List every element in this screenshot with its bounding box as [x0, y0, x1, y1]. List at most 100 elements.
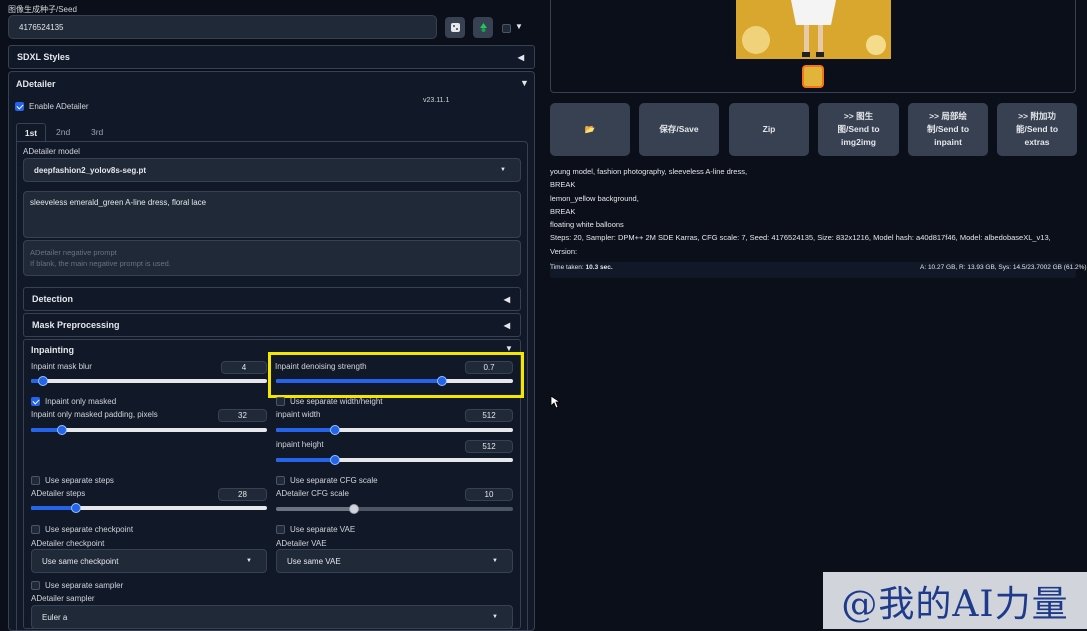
info-line: lemon_yellow background, — [550, 193, 639, 203]
info-line: young model, fashion photography, sleeve… — [550, 167, 748, 176]
highlight-box — [268, 352, 524, 398]
reuse-seed-button[interactable] — [473, 17, 493, 38]
time-value: 10.3 sec. — [585, 264, 613, 271]
btn-line: 能/Send to — [1015, 124, 1059, 135]
send-to-img2img-button[interactable]: >> 图生 图/Send to img2img — [818, 103, 899, 156]
slider-handle[interactable] — [70, 503, 81, 513]
padding-label: Inpaint only masked padding, pixels — [31, 410, 158, 419]
detection-accordion[interactable]: Detection ◀ — [23, 287, 521, 311]
sdxl-styles-accordion[interactable]: SDXL Styles ◀ — [8, 45, 535, 69]
sampler-select[interactable]: Euler a ▼ — [31, 605, 513, 629]
mask-blur-slider[interactable] — [31, 376, 267, 386]
prompt-textarea[interactable]: sleeveless emerald_green A-line dress, f… — [23, 191, 521, 238]
btn-line: 制/Send to — [926, 124, 970, 135]
btn-line: 图/Send to — [837, 124, 880, 135]
separate-sampler-checkbox[interactable] — [31, 581, 40, 590]
separate-wh-checkbox[interactable] — [276, 397, 285, 406]
steps-input[interactable]: 28 — [218, 488, 267, 501]
checkpoint-label: ADetailer checkpoint — [31, 539, 105, 548]
folder-icon: 📂 — [584, 124, 596, 135]
gallery-thumbnail[interactable] — [802, 65, 824, 88]
mask-blur-input[interactable]: 4 — [221, 361, 267, 374]
recycle-icon — [479, 23, 487, 32]
padding-slider[interactable] — [31, 425, 267, 435]
send-to-inpaint-button[interactable]: >> 局部绘 制/Send to inpaint — [908, 103, 988, 156]
slider-handle[interactable] — [56, 425, 67, 435]
chevron-down-icon: ▼ — [500, 167, 506, 173]
info-line: floating white balloons — [550, 220, 624, 230]
save-button[interactable]: 保存/Save — [639, 103, 719, 156]
seed-input[interactable]: 4176524135 — [8, 15, 437, 39]
btn-line: extras — [1024, 136, 1050, 147]
separate-wh-label: Use separate width/height — [290, 397, 383, 406]
collapse-icon: ◀ — [503, 294, 510, 304]
steps-label: ADetailer steps — [31, 489, 86, 498]
model-select[interactable]: deepfashion2_yolov8s-seg.pt ▼ — [23, 158, 521, 182]
tab-2nd[interactable]: 2nd — [56, 127, 70, 137]
steps-slider[interactable] — [31, 503, 267, 513]
separate-vae-label: Use separate VAE — [290, 525, 356, 534]
chevron-down-icon: ▼ — [492, 558, 498, 564]
cfg-label: ADetailer CFG scale — [276, 489, 349, 498]
checkpoint-select[interactable]: Use same checkpoint ▼ — [31, 549, 267, 573]
cfg-slider[interactable] — [276, 504, 513, 514]
separate-cfg-label: Use separate CFG scale — [290, 476, 378, 485]
separate-cfg-checkbox[interactable] — [276, 476, 285, 485]
chevron-down-icon: ▼ — [492, 614, 498, 620]
separate-steps-label: Use separate steps — [45, 476, 114, 485]
separate-checkpoint-checkbox[interactable] — [31, 525, 40, 534]
extra-seed-checkbox[interactable] — [502, 24, 511, 33]
checkpoint-value: Use same checkpoint — [42, 556, 119, 566]
only-masked-label: Inpaint only masked — [45, 397, 117, 406]
mouse-cursor-icon — [550, 395, 560, 409]
info-line: Steps: 20, Sampler: DPM++ 2M SDE Karras,… — [550, 233, 1051, 256]
model-label: ADetailer model — [23, 147, 80, 156]
collapse-icon: ◀ — [517, 52, 524, 62]
watermark: @我的AI力量 — [823, 572, 1087, 629]
detection-label: Detection — [32, 294, 74, 304]
mask-preprocessing-accordion[interactable]: Mask Preprocessing ◀ — [23, 313, 521, 337]
tab-1st[interactable]: 1st — [16, 123, 46, 142]
generated-image[interactable] — [736, 0, 891, 59]
collapse-icon: ◀ — [503, 320, 510, 330]
send-to-extras-button[interactable]: >> 附加功 能/Send to extras — [997, 103, 1077, 156]
random-seed-button[interactable] — [445, 17, 465, 38]
generation-info: young model, fashion photography, sleeve… — [550, 165, 1075, 271]
separate-vae-checkbox[interactable] — [276, 525, 285, 534]
enable-adetailer-checkbox[interactable] — [15, 102, 24, 111]
info-line: BREAK — [550, 206, 576, 216]
adetailer-title: ADetailer — [16, 79, 56, 89]
height-label: inpaint height — [276, 440, 324, 449]
time-taken: Time taken: 10.3 sec. — [550, 264, 613, 271]
chevron-down-icon: ▼ — [246, 558, 252, 564]
negative-prompt-textarea[interactable]: ADetailer negative prompt If blank, the m… — [23, 240, 521, 276]
separate-sampler-label: Use separate sampler — [45, 581, 124, 590]
only-masked-checkbox[interactable] — [31, 397, 40, 406]
btn-line: inpaint — [934, 136, 962, 147]
padding-input[interactable]: 32 — [218, 409, 267, 422]
open-folder-button[interactable]: 📂 — [550, 103, 630, 156]
extra-toggle-icon[interactable]: ▼ — [515, 22, 523, 31]
mask-blur-label: Inpaint mask blur — [31, 362, 92, 371]
tab-3rd[interactable]: 3rd — [91, 127, 103, 137]
separate-steps-checkbox[interactable] — [31, 476, 40, 485]
neg-placeholder-1: ADetailer negative prompt — [30, 248, 117, 257]
zip-button[interactable]: Zip — [729, 103, 809, 156]
width-slider[interactable] — [276, 425, 513, 435]
height-slider[interactable] — [276, 455, 513, 465]
sdxl-styles-label: SDXL Styles — [17, 52, 70, 62]
slider-handle[interactable] — [37, 376, 48, 386]
cfg-input[interactable]: 10 — [465, 488, 513, 501]
mask-preprocessing-label: Mask Preprocessing — [32, 320, 120, 330]
height-input[interactable]: 512 — [465, 440, 513, 453]
enable-adetailer-label: Enable ADetailer — [29, 102, 89, 111]
width-input[interactable]: 512 — [465, 409, 513, 422]
btn-line: >> 附加功 — [1018, 111, 1056, 122]
btn-line: >> 图生 — [843, 111, 874, 122]
expand-icon[interactable]: ▼ — [520, 78, 529, 88]
inpainting-title: Inpainting — [31, 345, 74, 355]
separate-checkpoint-label: Use separate checkpoint — [45, 525, 134, 534]
sampler-label: ADetailer sampler — [31, 594, 95, 603]
vae-select[interactable]: Use same VAE ▼ — [276, 549, 513, 573]
btn-line: >> 局部绘 — [929, 111, 967, 122]
